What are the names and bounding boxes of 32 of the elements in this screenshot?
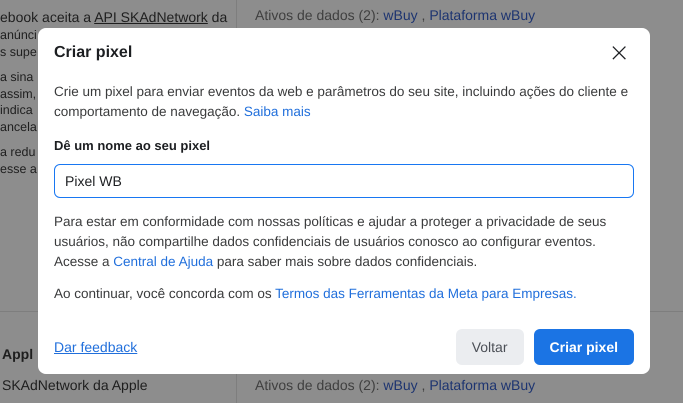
back-button[interactable]: Voltar bbox=[456, 328, 524, 364]
pixel-name-field[interactable]: Pixel WB bbox=[54, 164, 634, 198]
assets-label: Ativos de dados (2): bbox=[255, 7, 380, 23]
asset-link[interactable]: wBuy bbox=[383, 7, 418, 23]
separator-text: , bbox=[420, 7, 426, 23]
background-text: a redu bbox=[0, 144, 36, 160]
privacy-note: Para estar em conformidade com nossas políticas e ajudar a proteger a privacidade de seus usuários, não compartilhe dados confidenciais de usuários conosco ao configurar eventos. Acesse a Central de Ajuda para saber mais sobre dados confidenciais. bbox=[54, 213, 608, 271]
feedback-link[interactable]: Dar feedback bbox=[54, 338, 446, 354]
background-text: esse a bbox=[0, 160, 38, 177]
help-center-link[interactable]: Central de Ajuda bbox=[113, 254, 214, 269]
background-text: ebook aceita a API SKAdNetwork da bbox=[0, 8, 228, 27]
terms-note: Ao continuar, você concorda com os Termos das Ferramentas da Meta para Empresas. bbox=[54, 285, 578, 303]
field-label: Dê um nome ao seu pixel bbox=[54, 138, 212, 155]
section-subtitle: SKAdNetwork da Apple bbox=[2, 377, 149, 393]
assets-label: Ativos de dados (2): bbox=[255, 377, 380, 393]
learn-more-link[interactable]: Saiba mais bbox=[244, 104, 311, 119]
background-text: ancela bbox=[0, 118, 38, 135]
api-link[interactable]: API SKAdNetwork bbox=[94, 9, 208, 25]
background-text: s supe bbox=[0, 44, 38, 60]
section-title: Appl bbox=[2, 345, 34, 363]
asset-link[interactable]: wBuy bbox=[383, 377, 418, 393]
asset-link[interactable]: Plataforma wBuy bbox=[429, 7, 536, 23]
background-text: assim, bbox=[0, 86, 38, 102]
dialog-title: Criar pixel bbox=[54, 44, 132, 62]
separator-text: , bbox=[420, 377, 426, 393]
background-text: anúnci bbox=[0, 27, 38, 44]
background-text: a sina bbox=[0, 69, 34, 86]
create-pixel-button[interactable]: Criar pixel bbox=[534, 328, 634, 364]
terms-link[interactable]: Termos das Ferramentas da Meta para Empresas. bbox=[275, 286, 577, 301]
background-text: indica bbox=[0, 102, 34, 118]
dialog-description: Crie um pixel para enviar eventos da web e parâmetros do seu site, incluindo ações do cliente e comportamento de navegação. Saiba mais bbox=[54, 83, 630, 121]
asset-link[interactable]: Plataforma wBuy bbox=[429, 377, 536, 393]
